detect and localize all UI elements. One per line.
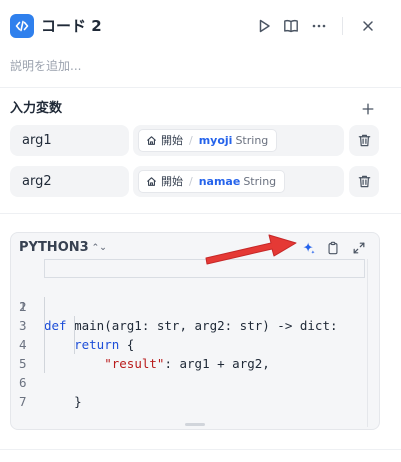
annotation-arrow-icon <box>205 234 297 265</box>
